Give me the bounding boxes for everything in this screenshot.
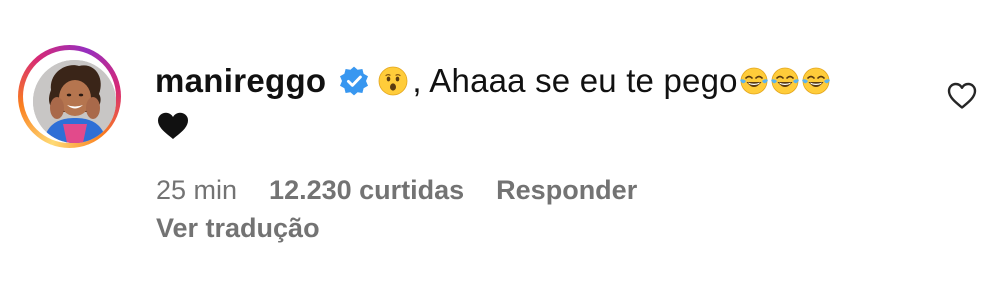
- comment-body: , Ahaaa se eu te pego: [412, 62, 738, 99]
- comment-item: manireggo , Ahaaa se eu te pego 25 min 1…: [0, 0, 1000, 287]
- comment-text-line: manireggo , Ahaaa se eu te pego: [155, 56, 831, 106]
- likes-count-link[interactable]: 12.230 curtidas: [269, 175, 464, 206]
- avatar-story-ring[interactable]: [18, 45, 121, 148]
- comment-meta-row: 25 min 12.230 curtidas Responder: [156, 172, 637, 208]
- see-translation-button[interactable]: Ver tradução: [156, 213, 320, 244]
- avatar[interactable]: [33, 60, 116, 143]
- black-heart-emoji: [158, 112, 188, 139]
- avatar-photo: [33, 60, 116, 143]
- astonished-face-emoji: [378, 66, 408, 96]
- reply-button[interactable]: Responder: [496, 175, 637, 206]
- username[interactable]: manireggo: [155, 62, 326, 100]
- face-with-tears-of-joy-emoji: [739, 67, 768, 95]
- face-with-tears-of-joy-emoji: [801, 67, 830, 95]
- laugh-emoji-group: [739, 66, 831, 96]
- comment-timestamp[interactable]: 25 min: [156, 175, 237, 206]
- verified-badge-icon: [340, 66, 369, 96]
- face-with-tears-of-joy-emoji: [770, 67, 799, 95]
- heart-outline-icon[interactable]: [947, 82, 977, 110]
